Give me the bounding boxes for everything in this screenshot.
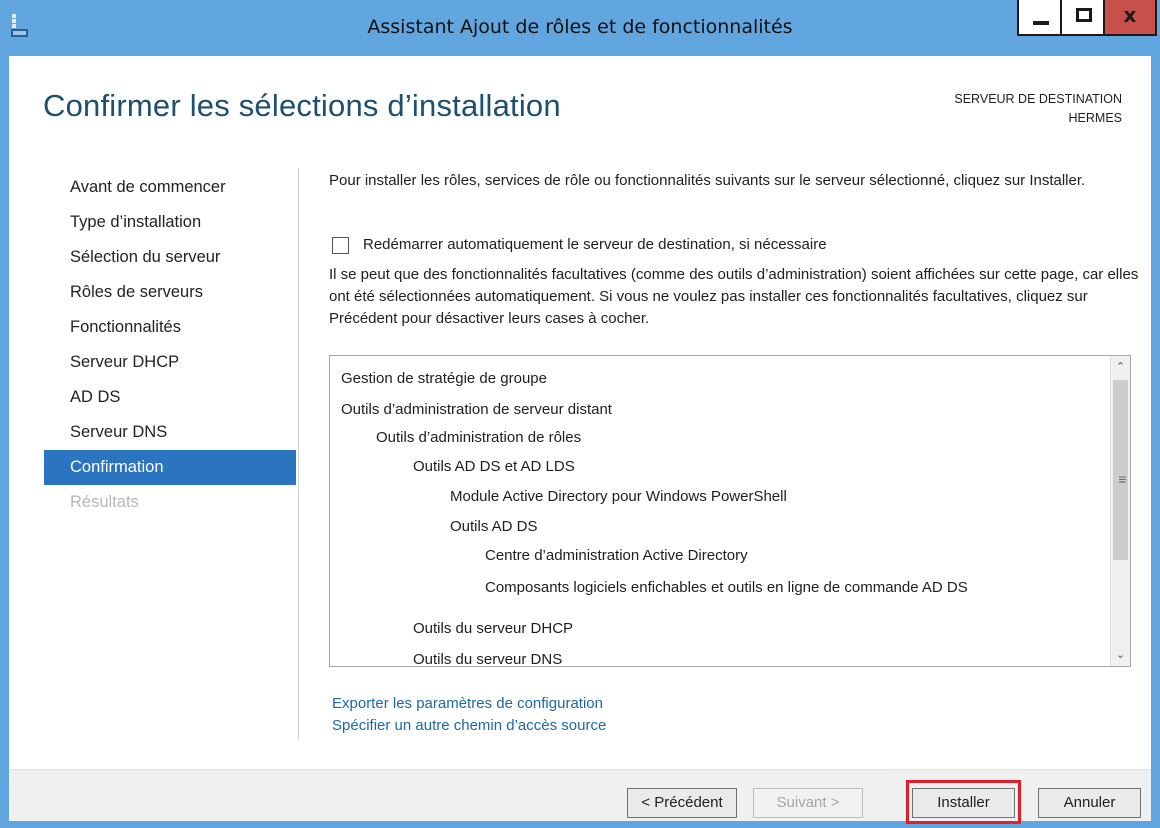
cancel-button[interactable]: Annuler	[1038, 788, 1141, 818]
list-item: Composants logiciels enfichables et outi…	[485, 579, 968, 596]
config-links: Exporter les paramètres de configuration…	[332, 693, 606, 737]
scroll-down-icon[interactable]: ⌄	[1111, 644, 1130, 666]
scroll-up-icon[interactable]: ⌃	[1111, 356, 1130, 378]
list-item: Module Active Directory pour Windows Pow…	[450, 488, 787, 505]
restart-checkbox[interactable]	[332, 236, 349, 254]
destination-label: SERVEUR DE DESTINATION	[954, 92, 1122, 106]
minimize-button[interactable]	[1017, 0, 1062, 36]
list-item: Centre d’administration Active Directory	[485, 547, 748, 564]
list-item: Outils du serveur DHCP	[413, 620, 574, 637]
list-scrollbar[interactable]: ⌃ ≡ ⌄	[1110, 356, 1130, 666]
export-config-link[interactable]: Exporter les paramètres de configuration	[332, 693, 606, 715]
nav-item-ad-ds[interactable]: AD DS	[44, 380, 296, 415]
install-button[interactable]: Installer	[912, 788, 1015, 818]
page-title: Confirmer les sélections d’installation	[43, 88, 561, 123]
list-item: Gestion de stratégie de groupe	[341, 370, 547, 387]
previous-button[interactable]: < Précédent	[627, 788, 737, 818]
list-item: Outils du serveur DNS	[413, 651, 563, 667]
destination-server-info: SERVEUR DE DESTINATION HERMES	[954, 90, 1122, 128]
next-button: Suivant >	[753, 788, 863, 818]
nav-divider	[298, 168, 299, 740]
nav-item-type-installation[interactable]: Type d’installation	[44, 205, 296, 240]
wizard-footer: < Précédent Suivant > Installer Annuler	[9, 769, 1151, 824]
intro-text: Pour installer les rôles, services de rô…	[329, 172, 1086, 189]
nav-item-selection-serveur[interactable]: Sélection du serveur	[44, 240, 296, 275]
optional-features-note: Il se peut que des fonctionnalités facul…	[329, 266, 1139, 327]
restart-option[interactable]: Redémarrer automatiquement le serveur de…	[332, 234, 827, 256]
wizard-steps-nav: Avant de commencer Type d’installation S…	[44, 170, 296, 520]
alternate-source-link[interactable]: Spécifier un autre chemin d’accès source	[332, 715, 606, 737]
nav-item-confirmation[interactable]: Confirmation	[44, 450, 296, 485]
destination-server-name: HERMES	[1068, 111, 1122, 125]
maximize-button[interactable]	[1060, 0, 1105, 36]
maximize-icon	[1076, 8, 1092, 22]
minimize-icon	[1033, 21, 1049, 25]
window-title: Assistant Ajout de rôles et de fonctionn…	[367, 16, 793, 38]
restart-checkbox-label[interactable]: Redémarrer automatiquement le serveur de…	[363, 234, 827, 256]
nav-item-fonctionnalites[interactable]: Fonctionnalités	[44, 310, 296, 345]
title-bar: Assistant Ajout de rôles et de fonctionn…	[0, 0, 1160, 56]
nav-item-serveur-dns[interactable]: Serveur DNS	[44, 415, 296, 450]
list-item: Outils AD DS et AD LDS	[413, 458, 575, 475]
grip-icon: ≡	[1118, 471, 1127, 487]
scroll-thumb[interactable]: ≡	[1113, 380, 1128, 560]
nav-item-roles-serveurs[interactable]: Rôles de serveurs	[44, 275, 296, 310]
close-button[interactable]: x	[1103, 0, 1157, 36]
selected-features-list[interactable]: Gestion de stratégie de groupe Outils d’…	[329, 355, 1131, 667]
nav-item-resultats: Résultats	[70, 493, 139, 511]
list-item: Outils d’administration de serveur dista…	[341, 401, 612, 418]
close-icon: x	[1123, 3, 1137, 27]
list-item: Outils AD DS	[450, 518, 538, 535]
nav-item-avant-de-commencer[interactable]: Avant de commencer	[44, 170, 296, 205]
nav-item-serveur-dhcp[interactable]: Serveur DHCP	[44, 345, 296, 380]
list-item: Outils d’administration de rôles	[376, 429, 582, 446]
